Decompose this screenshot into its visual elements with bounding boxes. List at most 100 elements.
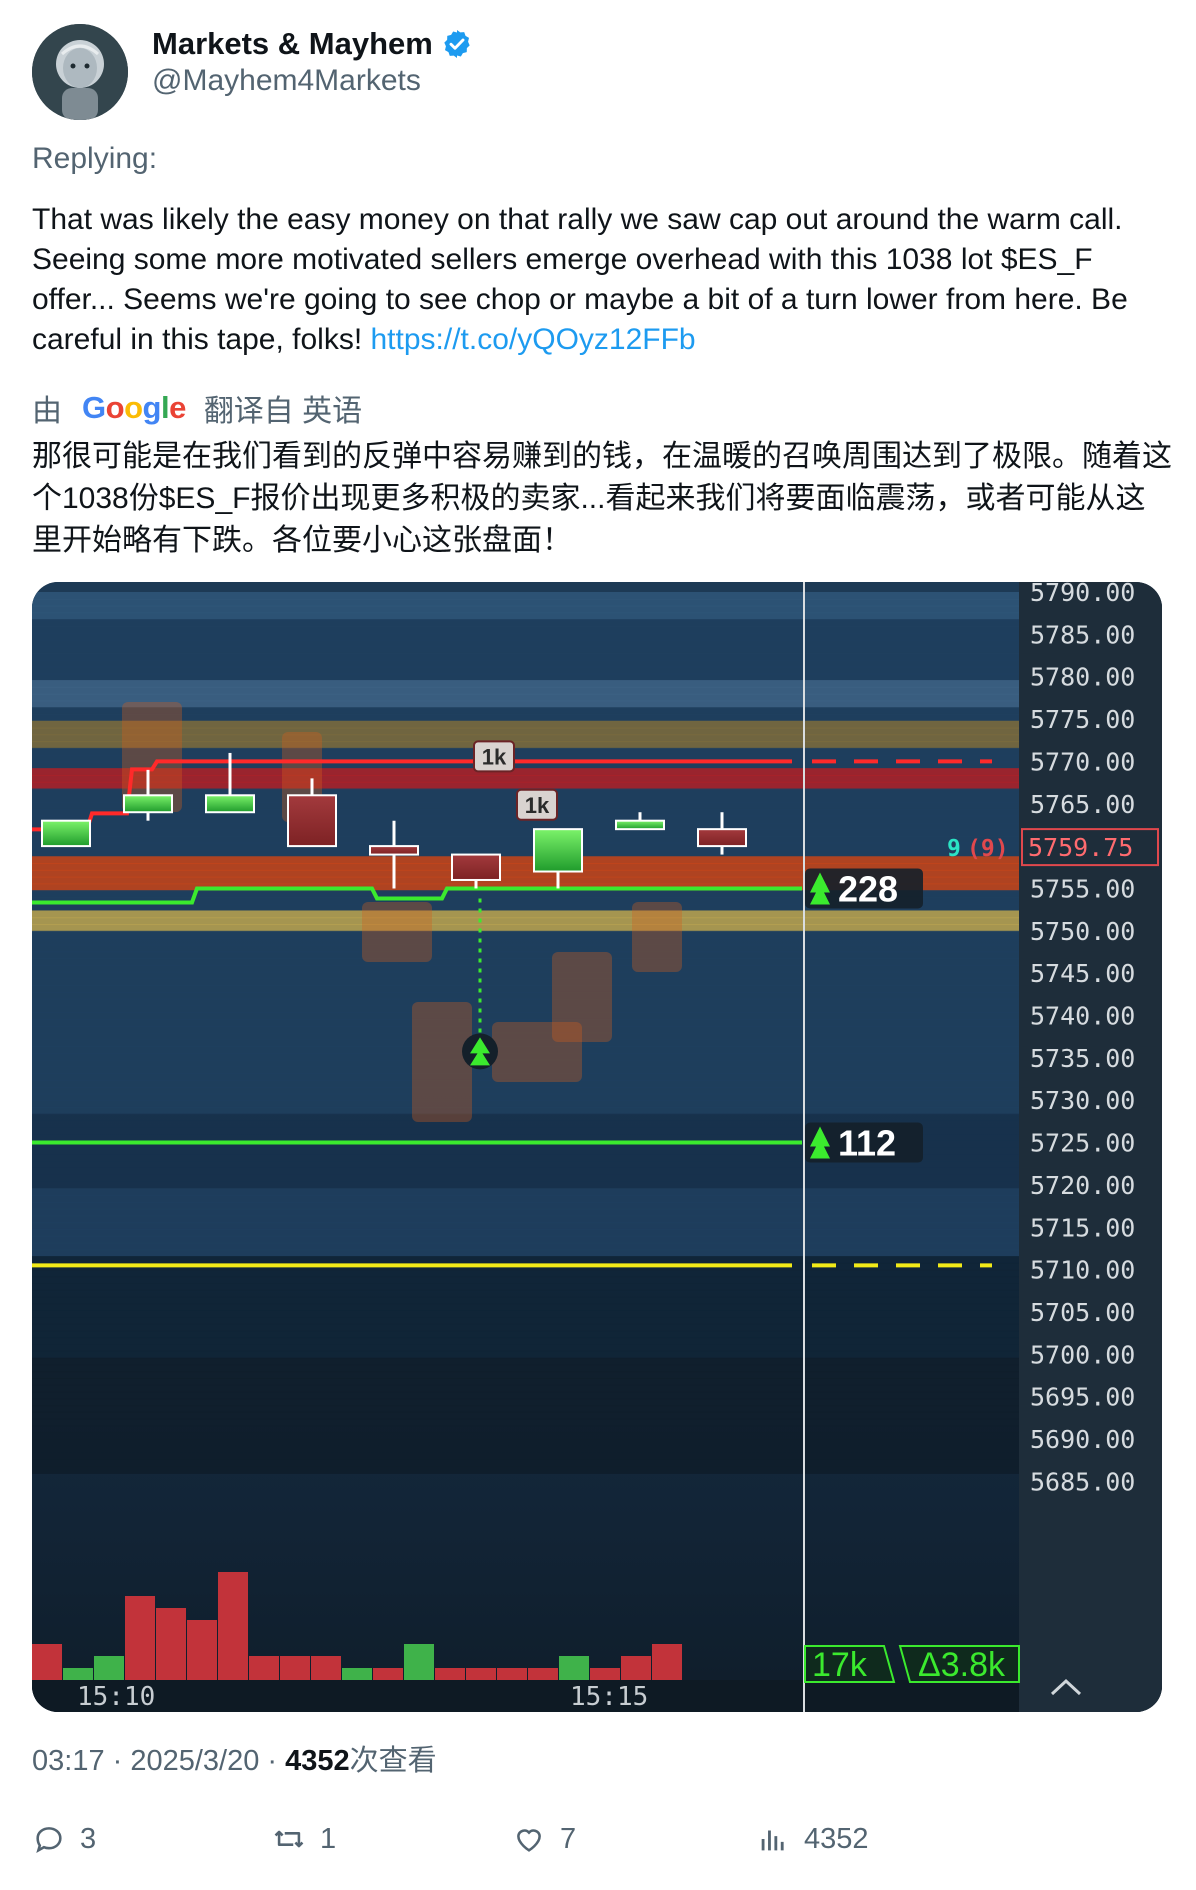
author-handle[interactable]: @Mayhem4Markets [152,64,421,98]
price-tick: 5725.00 [1030,1129,1135,1158]
heat-band [32,693,1019,702]
candle-down [451,853,501,881]
like-button[interactable]: 7 [512,1822,576,1856]
volume-bar [621,1656,651,1680]
volume-bar [559,1656,589,1680]
heat-band [32,944,1019,953]
price-tick: 5785.00 [1030,620,1135,649]
volume-bar [156,1608,186,1680]
heat-band [32,659,1019,668]
price-tick: 5705.00 [1030,1298,1135,1327]
candle-up [615,819,665,831]
size-label: 1k [525,793,550,818]
heat-band [32,1296,1019,1305]
retweet-button[interactable]: 1 [272,1822,336,1856]
volume-bar [373,1668,403,1680]
volume-bar [125,1596,155,1680]
volume-bar [218,1572,248,1680]
time-tick: 15:10 [77,1682,155,1712]
delta-stat: Δ3.8k [918,1646,1006,1684]
heat-band [32,835,1019,844]
heat-band [32,1283,1019,1291]
heart-icon [517,1829,541,1852]
footer-stats: 17k Δ3.8k [804,1645,1020,1684]
volume-bar [497,1668,527,1680]
volume-bar [94,1656,124,1680]
avatar[interactable] [32,24,128,120]
tweet-timestamp[interactable]: 03:17 · 2025/3/20 · [32,1745,285,1777]
volume-bar [280,1656,310,1680]
heat-band [32,985,1019,993]
heat-band [32,991,1019,1000]
heat-band [32,910,1019,919]
heat-band [32,1364,1019,1373]
chart-image[interactable]: 1k 1k 228 112 5790.00 5785.00 5780.00 5775.00… [32,582,1162,1712]
heat-band [32,1228,1019,1237]
heat-band [32,1391,1019,1400]
reply-button[interactable]: 3 [32,1822,96,1856]
price-tick: 5770.00 [1030,747,1135,776]
current-count-paren: (9) [967,836,1009,862]
time-axis [32,1680,1019,1712]
translated-text: 那很可能是在我们看到的反弹中容易赚到的钱，在温暖的召唤周围达到了极限。随着这个1… [32,440,1172,557]
retweet-count: 1 [320,1822,337,1855]
size-label: 1k [482,744,507,769]
price-tick: 5690.00 [1030,1425,1135,1454]
heat-band [32,1323,1019,1332]
heat-band [32,1411,1019,1420]
price-tick: 5765.00 [1030,790,1135,819]
heat-band [32,1188,1019,1197]
verified-badge-icon [444,30,470,58]
current-count: 9 [947,836,961,862]
heat-band [32,1432,1019,1440]
translation-suffix[interactable]: 翻译自 英语 [204,386,362,430]
marker-value: 228 [838,868,898,909]
heat-band [32,964,1019,973]
heat-band [32,917,1019,926]
heat-band [32,971,1019,980]
heat-band [32,1235,1019,1244]
heat-band [32,829,1019,837]
heat-band [32,1445,1019,1454]
heat-band [32,1256,1019,1264]
heat-band [32,639,1019,648]
price-tick: 5745.00 [1030,959,1135,988]
reply-count: 3 [80,1822,97,1855]
heat-band [32,666,1019,675]
heat-band [32,1012,1019,1020]
heat-band [32,1249,1019,1258]
heat-band [32,856,1019,865]
author-name[interactable]: Markets & Mayhem [152,26,433,62]
liquidity-cluster [362,902,432,962]
heat-band [32,1405,1019,1413]
heat-band [32,1174,1019,1183]
tweet-meta: 03:17 · 2025/3/20 · 4352次查看 [32,1737,437,1779]
heat-band [32,1317,1019,1325]
views-button[interactable]: 4352 [756,1822,869,1856]
heat-band [32,1005,1019,1014]
tweet-text: That was likely the easy money on that r… [32,200,1162,360]
reply-icon [36,1827,62,1853]
price-tick: 5750.00 [1030,917,1135,946]
tweet-link[interactable]: https://t.co/yQOyz12FFb [371,323,696,356]
volume-bar [63,1668,93,1680]
current-price-label: 5759.75 [1028,833,1133,862]
heat-band [32,1242,1019,1251]
heat-band [32,1195,1019,1203]
heat-band [32,1384,1019,1393]
heat-band [32,1378,1019,1386]
price-tick: 5710.00 [1030,1256,1135,1285]
volume-bar [404,1644,434,1680]
volume-bar [590,1668,620,1680]
heat-band [32,1330,1019,1339]
replying-label: Replying: [32,142,158,175]
price-tick: 5790.00 [1030,582,1135,607]
price-tick: 5720.00 [1030,1171,1135,1200]
analytics-icon [761,1830,784,1851]
price-tick: 5715.00 [1030,1213,1135,1242]
volume-bar [32,1644,62,1680]
retweet-icon [274,1830,304,1848]
candle-up [123,794,173,814]
volume-bar [187,1620,217,1680]
heat-band [32,652,1019,661]
